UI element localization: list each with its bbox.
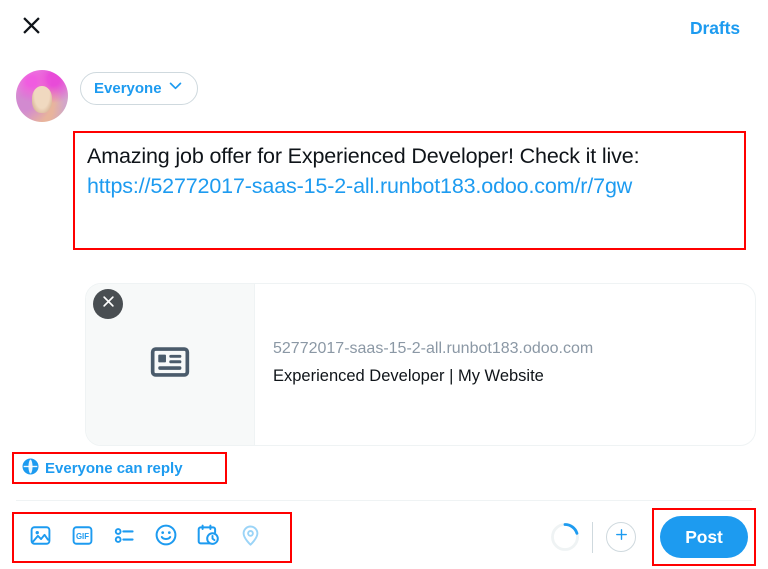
link-preview-title: Experienced Developer | My Website [273, 367, 544, 385]
chevron-down-icon [167, 77, 184, 99]
plus-icon [614, 527, 629, 547]
tweet-text-link[interactable]: https://52772017-saas-15-2-all.runbot183… [87, 174, 632, 198]
emoji-icon [154, 523, 178, 552]
close-button[interactable] [14, 11, 48, 45]
poll-icon [113, 524, 136, 552]
character-count-progress [550, 522, 580, 552]
gif-button[interactable]: GIF [62, 518, 102, 558]
drafts-button[interactable]: Drafts [680, 12, 750, 45]
media-button[interactable] [20, 518, 60, 558]
toolbar-divider [16, 500, 752, 501]
reply-scope-button[interactable]: Everyone can reply [14, 457, 183, 479]
composer-actions: Post [550, 508, 756, 566]
link-preview-body: 52772017-saas-15-2-all.runbot183.odoo.co… [255, 284, 755, 445]
tweet-text-input[interactable]: Amazing job offer for Experienced Develo… [87, 141, 734, 201]
composer-toolbar-highlight: GIF [12, 512, 292, 563]
audience-label: Everyone [94, 79, 162, 97]
actions-divider [592, 521, 593, 553]
poll-button[interactable] [104, 518, 144, 558]
post-button-highlight: Post [652, 508, 756, 566]
close-icon [21, 15, 42, 41]
audience-selector[interactable]: Everyone [80, 72, 198, 105]
gif-icon: GIF [71, 524, 94, 552]
svg-text:GIF: GIF [75, 531, 88, 540]
tweet-text-highlight: Amazing job offer for Experienced Develo… [73, 131, 746, 250]
post-button[interactable]: Post [660, 516, 748, 558]
location-button[interactable] [230, 518, 270, 558]
reply-scope-highlight: Everyone can reply [12, 452, 227, 484]
link-preview-domain: 52772017-saas-15-2-all.runbot183.odoo.co… [273, 340, 594, 357]
add-post-button[interactable] [606, 522, 636, 552]
tweet-text-plain: Amazing job offer for Experienced Develo… [87, 144, 640, 168]
close-icon [101, 294, 116, 314]
link-preview-card[interactable]: 52772017-saas-15-2-all.runbot183.odoo.co… [85, 283, 756, 446]
emoji-button[interactable] [146, 518, 186, 558]
composer-header: Drafts [0, 0, 768, 56]
schedule-button[interactable] [188, 518, 228, 558]
globe-icon [22, 457, 39, 479]
article-icon [149, 341, 191, 388]
image-icon [29, 524, 52, 552]
link-preview-thumbnail [86, 284, 255, 445]
location-icon [239, 524, 262, 552]
composer-content: Everyone [68, 62, 752, 122]
remove-link-preview-button[interactable] [93, 289, 123, 319]
composer-row: Everyone [0, 62, 768, 122]
schedule-icon [196, 523, 220, 552]
reply-scope-label: Everyone can reply [45, 459, 183, 477]
avatar[interactable] [16, 70, 68, 122]
